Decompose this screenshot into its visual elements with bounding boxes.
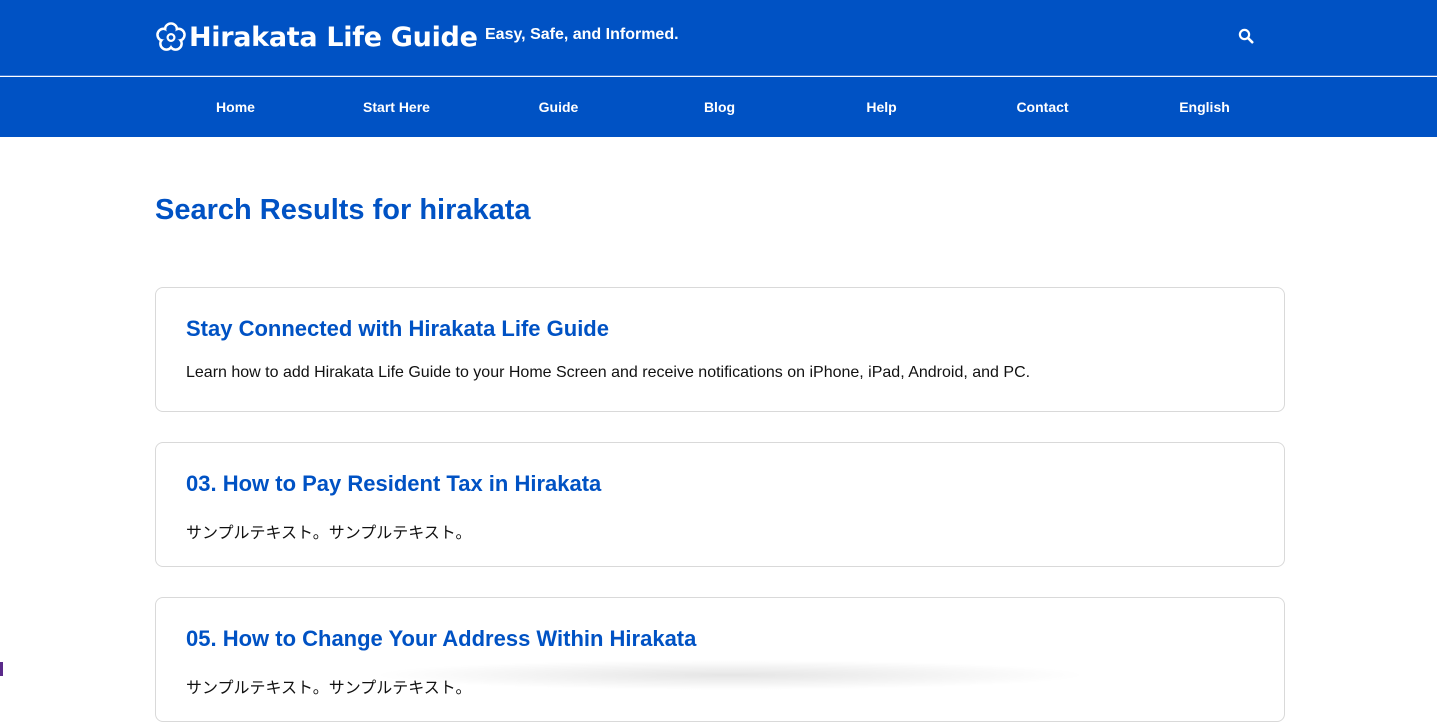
site-logo[interactable]: Hirakata Life Guide bbox=[155, 19, 478, 55]
nav-item-guide[interactable]: Guide bbox=[478, 77, 639, 137]
nav-item-help[interactable]: Help bbox=[801, 77, 962, 137]
nav-item-home[interactable]: Home bbox=[155, 77, 316, 137]
floating-toolbar-shadow bbox=[370, 660, 1090, 690]
main-nav: Home Start Here Guide Blog Help Contact … bbox=[0, 77, 1437, 137]
search-result-title-link[interactable]: 03. How to Pay Resident Tax in Hirakata bbox=[186, 471, 601, 497]
page-title: Search Results for hirakata bbox=[155, 194, 531, 226]
search-result-title-link[interactable]: Stay Connected with Hirakata Life Guide bbox=[186, 316, 609, 342]
site-tagline: Easy, Safe, and Informed. bbox=[485, 26, 679, 43]
nav-item-blog[interactable]: Blog bbox=[639, 77, 800, 137]
window-corner-accent bbox=[0, 662, 3, 676]
search-result-excerpt: サンプルテキスト。サンプルテキスト。 bbox=[186, 525, 472, 542]
nav-item-language[interactable]: English bbox=[1124, 77, 1285, 137]
flower-icon bbox=[155, 21, 187, 53]
search-button[interactable] bbox=[1236, 28, 1256, 48]
nav-item-start-here[interactable]: Start Here bbox=[316, 77, 477, 137]
search-result-card: 03. How to Pay Resident Tax in Hirakata … bbox=[155, 442, 1285, 567]
search-result-card: Stay Connected with Hirakata Life Guide … bbox=[155, 287, 1285, 412]
search-result-excerpt: Learn how to add Hirakata Life Guide to … bbox=[186, 364, 1031, 381]
nav-item-contact[interactable]: Contact bbox=[962, 77, 1123, 137]
logo-text: Hirakata Life Guide bbox=[189, 21, 478, 53]
site-header: Hirakata Life Guide Easy, Safe, and Info… bbox=[0, 0, 1437, 76]
search-icon bbox=[1238, 28, 1254, 49]
search-result-title-link[interactable]: 05. How to Change Your Address Within Hi… bbox=[186, 626, 696, 652]
